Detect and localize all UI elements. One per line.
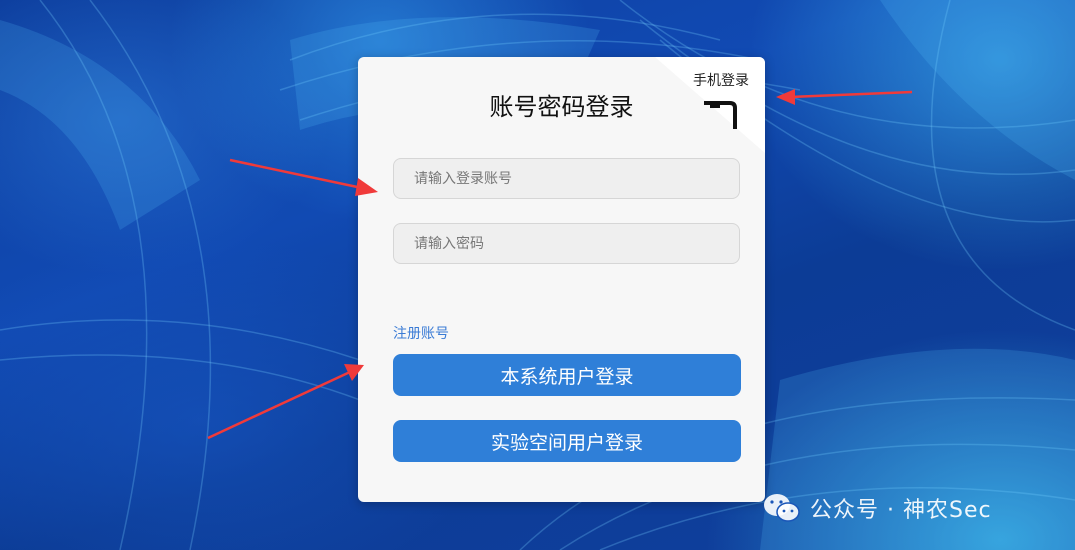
wechat-icon [764, 494, 800, 522]
watermark-text: 公众号 · 神农Sec [810, 498, 992, 523]
password-input[interactable] [393, 223, 740, 264]
watermark: 公众号 · 神农Sec [762, 490, 992, 526]
arrow-to-qr-icon-head [776, 89, 795, 105]
login-card: 手机登录 账号密码登录 注册账号 本系统用户登录 实验空间用户登录 [358, 57, 765, 502]
page-title: 账号密码登录 [489, 93, 634, 121]
lab-login-button[interactable]: 实验空间用户登录 [393, 420, 741, 462]
system-login-button[interactable]: 本系统用户登录 [393, 354, 741, 396]
arrow-to-account-input [229, 158, 363, 190]
login-page: 手机登录 账号密码登录 注册账号 本系统用户登录 实验空间用户登录 [0, 0, 1075, 550]
register-link[interactable]: 注册账号 [393, 323, 449, 343]
arrow-to-system-login [207, 370, 351, 440]
arrow-to-qr-icon [789, 90, 913, 99]
account-input[interactable] [393, 158, 740, 199]
